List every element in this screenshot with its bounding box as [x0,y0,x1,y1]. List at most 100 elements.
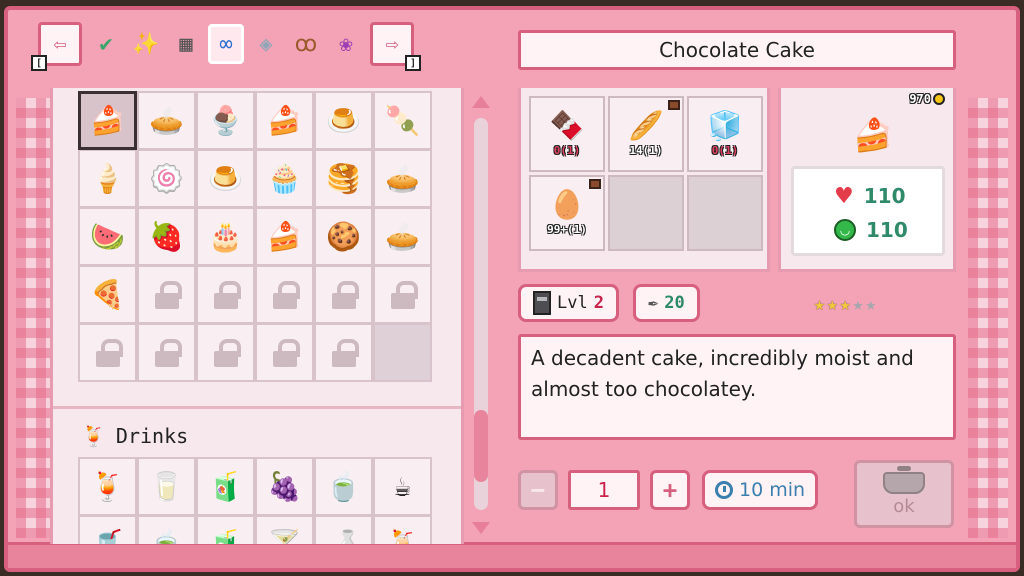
locked-recipe-slot[interactable] [255,265,314,324]
tab-sparkle-category[interactable]: ✨ [128,24,164,64]
ingredients-grid: 🍫 0(1) 🥖 14(1) 🧊 0(1) 🥚 99+(1) [518,88,770,272]
sugar-icon: 🧊 [707,108,743,142]
custard-icon: 🍮 [326,103,361,137]
bottom-bar [8,542,1016,568]
cook-ok-button[interactable]: ok [854,460,954,528]
star-icon: ★ [852,294,864,315]
drink-11-icon: 🍶 [326,527,361,544]
locked-recipe-slot[interactable] [196,265,255,324]
drinks-label: Drinks [115,424,189,448]
cook-time-value: 10 min [739,479,806,501]
recipe-slot[interactable]: 🍮 [314,91,373,150]
check-icon: ✔ [99,31,113,57]
increase-quantity-button[interactable]: + [650,470,690,510]
recipe-slot[interactable]: 🍹 [78,457,137,516]
ingredient-slot[interactable]: 🥖 14(1) [608,96,684,172]
stove-icon [533,291,551,315]
recipe-slot[interactable]: 🥧 [373,149,432,208]
recipe-slot[interactable]: 🥤 [78,515,137,544]
recipe-slot[interactable]: 🧁 [255,149,314,208]
recipe-slot[interactable]: 🍮 [196,149,255,208]
recipe-slot[interactable]: 🍪 [314,207,373,266]
recipe-slot[interactable]: 🧃 [196,457,255,516]
recipe-slot[interactable]: 🍡 [373,91,432,150]
recipe-preview: 970 🍰 ♥ 110 ◡ 110 [778,88,956,272]
chocolate-icon: 🍫 [549,108,585,142]
quantity-field[interactable]: 1 [568,470,640,510]
pizza-slice-icon: 🍕 [90,277,125,311]
tab-stove-category[interactable]: ▦ [168,24,204,64]
tab-check-category[interactable]: ✔ [88,24,124,64]
tab-infinity-category[interactable]: ∞ [208,24,244,64]
locked-recipe-slot[interactable] [255,323,314,382]
recipe-slot[interactable]: 🍰 [255,207,314,266]
strawberry-icon: 🍓 [149,219,184,253]
recipe-slot[interactable]: ☕ [373,457,432,516]
tab-pretzel-category[interactable]: ꝏ [288,24,324,64]
empty-slot [373,323,432,382]
recipe-slot[interactable]: 🍵 [137,515,196,544]
drink-8-icon: 🍵 [149,527,184,544]
flour-sack-icon: 🥖 [628,108,664,142]
section-divider [53,406,461,409]
locked-recipe-slot[interactable] [78,323,137,382]
sparkle-icon: ✨ [132,31,160,57]
recipe-slot[interactable]: 🍇 [255,457,314,516]
recipe-slot[interactable]: 🥧 [137,91,196,150]
tart-icon: 🥧 [385,161,420,195]
recipe-slot[interactable]: 🍉 [78,207,137,266]
gem-icon: ◈ [259,31,273,57]
recipe-slot[interactable]: 🧃 [196,515,255,544]
ingredient-slot[interactable]: 🧊 0(1) [687,96,763,172]
recipe-slot[interactable]: 🎂 [196,207,255,266]
ingredient-count: 0(1) [711,143,739,157]
locked-recipe-slot[interactable] [137,265,196,324]
recipe-scrollbar[interactable] [468,92,494,540]
pie-icon: 🥧 [149,103,184,137]
locked-recipe-slot[interactable] [137,323,196,382]
recipe-slot[interactable]: 🍓 [137,207,196,266]
chocolate-cake-icon: 🍰 [90,103,125,137]
decrease-quantity-button[interactable]: − [518,470,558,510]
level-badge: Lvl 2 [518,284,619,322]
recipe-slot[interactable]: 🍶 [314,515,373,544]
recipe-slot[interactable]: 🍨 [196,91,255,150]
recipe-slot[interactable]: 🍰 [78,91,137,150]
locked-recipe-slot[interactable] [314,265,373,324]
recipe-slot[interactable]: 🍹 [373,515,432,544]
ingredient-slot[interactable]: 🥚 99+(1) [529,175,605,251]
ingredient-slot[interactable]: 🍫 0(1) [529,96,605,172]
price-label: 970 [909,92,945,106]
storage-chest-icon [668,100,680,110]
milk-icon: 🥛 [149,469,184,503]
scroll-up-arrow-icon[interactable] [472,96,490,108]
tab-gem-category[interactable]: ◈ [248,24,284,64]
heart-icon: ♥ [834,183,854,209]
category-toolbar: ⇦ [ ✔ ✨ ▦ ∞ ◈ ꝏ ❀ ⇨ ] [31,22,421,71]
recipe-detail-panel: 🍫 0(1) 🥖 14(1) 🧊 0(1) 🥚 99+(1) 970 🍰 ♥ 110 ◡ 11… [508,88,970,544]
recipe-slot[interactable]: 🥞 [314,149,373,208]
locked-recipe-slot[interactable] [373,265,432,324]
recipe-slot[interactable]: 🍸 [255,515,314,544]
energy-icon: ◡ [834,219,856,241]
recipe-slot[interactable]: 🍦 [78,149,137,208]
recipe-slot[interactable]: 🍰 [255,91,314,150]
recipe-slot[interactable]: 🥧 [373,207,432,266]
drinks-section-header: 🍹 Drinks [81,424,188,448]
recipe-info-row: Lvl 2 ✒ 20 [518,284,700,322]
level-label: Lvl [557,293,588,313]
recipe-slot[interactable]: 🍕 [78,265,137,324]
locked-recipe-slot[interactable] [314,323,373,382]
prev-category-button[interactable]: ⇦ [ [31,22,82,71]
scroll-thumb[interactable] [474,410,488,482]
tab-salad-category[interactable]: ❀ [328,24,364,64]
next-category-button[interactable]: ⇨ ] [370,22,421,71]
recipe-slot[interactable]: 🥛 [137,457,196,516]
jam-tart-icon: 🥧 [385,219,420,253]
recipe-slot[interactable]: 🍥 [137,149,196,208]
clock-icon [715,481,733,499]
recipe-slot[interactable]: 🍵 [314,457,373,516]
scroll-down-arrow-icon[interactable] [472,522,490,534]
grape-juice-icon: 🍇 [267,469,302,503]
locked-recipe-slot[interactable] [196,323,255,382]
